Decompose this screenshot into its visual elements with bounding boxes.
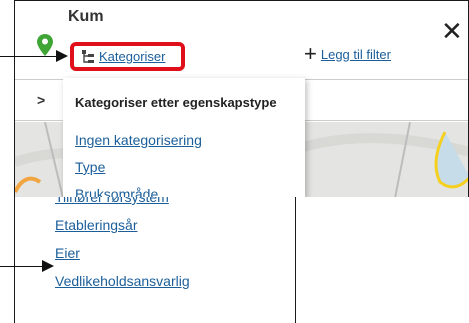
screenshot-frame: Kum Kategoriser + Legg til filter ✕ > Ka… [0,0,469,323]
dropdown-item-usage-area[interactable]: Bruksområde [75,186,158,197]
map-pin-icon [37,34,53,56]
list-item-established-year[interactable]: Etableringsår [55,217,138,233]
pointer-arrow-line-bottom [0,266,44,267]
layer-panel: Kum Kategoriser + Legg til filter ✕ > Ka… [14,0,469,197]
layer-title: Kum [68,8,104,25]
categorize-dropdown: Kategoriser etter egenskapstype Ingen ka… [63,78,305,197]
add-filter-label: Legg til filter [320,46,391,62]
dropdown-item-none[interactable]: Ingen kategorisering [75,132,202,148]
plus-icon: + [304,41,317,66]
close-icon[interactable]: ✕ [441,18,463,44]
add-filter-button[interactable]: + Legg til filter [304,41,391,66]
list-item-owner[interactable]: Eier [55,245,80,261]
list-item-maintenance-responsible[interactable]: Vedlikeholdsansvarlig [55,273,190,289]
dropdown-title: Kategoriser etter egenskapstype [75,95,277,110]
list-item-pipe-system[interactable]: Tilhører rørsystem [55,197,169,205]
pointer-arrowhead-bottom [42,260,54,272]
chevron-right-icon[interactable]: > [37,92,45,108]
dropdown-item-type[interactable]: Type [75,159,105,175]
categorize-label: Kategoriser [99,49,166,64]
pointer-arrow-line-top [0,56,57,57]
categorize-button[interactable]: Kategoriser [70,42,185,71]
categorize-list-continued: Tilhører rørsystem Etableringsår Eier Ve… [14,197,296,323]
pointer-arrowhead-top [56,50,68,62]
panel-header: Kum Kategoriser + Legg til filter ✕ [15,1,468,77]
hierarchy-tree-icon [82,49,94,63]
